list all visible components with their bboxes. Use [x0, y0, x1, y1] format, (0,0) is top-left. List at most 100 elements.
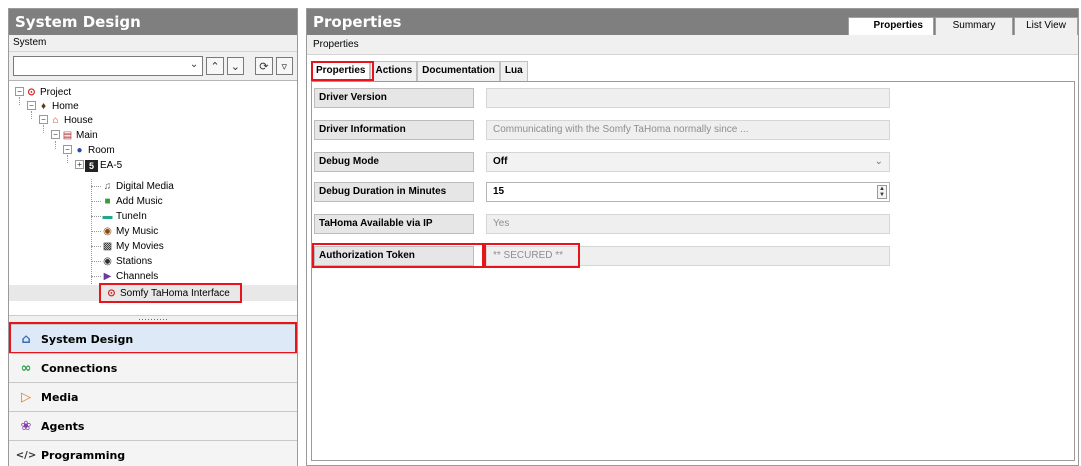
expand-icon[interactable]: +: [75, 160, 84, 169]
project-tree: − ⊙ Project − ♦ Home − ⌂ House − ▤ Main …: [9, 83, 297, 313]
tab-documentation[interactable]: Documentation: [417, 61, 500, 81]
house-icon: ⌂: [52, 115, 59, 126]
panel-title: System Design: [9, 9, 297, 35]
nav-media[interactable]: ▷ Media: [9, 382, 297, 411]
tree-node-ea5[interactable]: 5 EA-5: [85, 158, 122, 173]
move-up-button[interactable]: ⌃: [206, 57, 224, 75]
nav-agents[interactable]: ❀ Agents: [9, 411, 297, 440]
tree-node-label: Project: [40, 87, 72, 98]
tree-node-house[interactable]: ⌂ House: [49, 113, 93, 128]
tree-node-label: House: [64, 115, 93, 126]
tree-node-digital-media[interactable]: ♫ Digital Media: [101, 179, 174, 194]
tree-node-label: TuneIn: [116, 211, 147, 222]
filter-toolbar: ⌄ ⌃ ⌄ ⟳ ▿: [9, 52, 297, 81]
nav-label: Agents: [41, 419, 85, 433]
play-icon: ▷: [21, 389, 31, 405]
channels-icon: ▶: [103, 271, 112, 282]
tahoma-ip-field: Yes: [486, 214, 890, 234]
tree-node-label: Stations: [116, 256, 153, 267]
tunein-icon: ▬: [102, 211, 113, 222]
tree-node-main[interactable]: ▤ Main: [61, 128, 98, 143]
debug-mode-value: Off: [493, 156, 508, 167]
highlight-box: [311, 61, 374, 81]
spinner-icon[interactable]: ▲ ▼: [877, 185, 887, 199]
tree-node-label: Digital Media: [116, 181, 174, 192]
digital-media-icon: ♫: [103, 181, 112, 192]
tree-node-label: My Movies: [116, 241, 164, 252]
filter-combo[interactable]: ⌄: [13, 56, 204, 76]
code-icon: </>: [15, 449, 37, 461]
tab-actions[interactable]: Actions: [370, 61, 418, 81]
chevron-down-icon: ⌄: [230, 60, 240, 73]
nav-label: Connections: [41, 361, 118, 375]
nav-label: Programming: [41, 448, 126, 462]
tab-properties-view[interactable]: Properties: [848, 17, 934, 35]
system-design-panel: System Design System ⌄ ⌃ ⌄ ⟳ ▿ − ⊙ Proje…: [8, 8, 298, 466]
project-icon: ⊙: [27, 87, 36, 98]
tree-node-label: My Music: [116, 226, 159, 237]
chevron-down-icon: ⌄: [874, 156, 883, 167]
chevron-down-icon: ⌄: [189, 59, 199, 70]
property-label: TaHoma Available via IP: [314, 214, 474, 234]
property-label: Debug Mode: [314, 152, 474, 172]
tree-node-label: EA-5: [100, 160, 123, 171]
property-row: TaHoma Available via IP Yes: [314, 214, 890, 234]
collapse-icon[interactable]: −: [63, 145, 72, 154]
view-tabs: Properties Summary List View: [847, 17, 1078, 35]
tree-node-label: Main: [76, 130, 98, 141]
collapse-icon[interactable]: −: [39, 115, 48, 124]
refresh-button[interactable]: ⟳: [255, 57, 273, 75]
property-label: Debug Duration in Minutes: [314, 182, 474, 202]
tab-list-view[interactable]: List View: [1014, 17, 1078, 35]
nav-programming[interactable]: </> Programming: [9, 440, 297, 466]
tree-node-project[interactable]: ⊙ Project: [25, 85, 71, 100]
tree-node-tunein[interactable]: ▬ TuneIn: [101, 209, 147, 224]
property-row: Debug Duration in Minutes 15 ▲ ▼: [314, 182, 890, 202]
property-row: Debug Mode Off ⌄: [314, 152, 890, 172]
nav-connections[interactable]: ∞ Connections: [9, 353, 297, 382]
my-music-icon: ◉: [103, 226, 112, 237]
tree-node-home[interactable]: ♦ Home: [37, 99, 79, 114]
property-row: Driver Version: [314, 88, 890, 108]
nav-label: Media: [41, 390, 79, 404]
filter-button[interactable]: ▿: [275, 57, 293, 75]
debug-duration-stepper[interactable]: 15 ▲ ▼: [486, 182, 890, 202]
tree-node-room[interactable]: ● Room: [73, 143, 115, 158]
highlight-box: [312, 243, 484, 268]
floor-icon: ▤: [62, 130, 73, 141]
section-label: Properties: [307, 35, 1078, 55]
highlight-box: [484, 243, 580, 268]
driver-information-field: Communicating with the Somfy TaHoma norm…: [486, 120, 890, 140]
tree-node-stations[interactable]: ◉ Stations: [101, 254, 152, 269]
tree-node-label: Channels: [116, 271, 159, 282]
tree-node-channels[interactable]: ▶ Channels: [101, 269, 159, 284]
tree-node-label: Home: [52, 101, 79, 112]
tree-node-label: Room: [88, 145, 115, 156]
collapse-icon[interactable]: −: [27, 101, 36, 110]
system-label: System: [9, 35, 297, 52]
driver-version-field: [486, 88, 890, 108]
debug-mode-select[interactable]: Off ⌄: [486, 152, 890, 172]
filter-icon: ▿: [281, 60, 288, 73]
my-movies-icon: ▩: [102, 241, 113, 252]
tab-summary-view[interactable]: Summary: [935, 17, 1013, 35]
controller-icon: 5: [85, 159, 98, 172]
tree-node-add-music[interactable]: ■ Add Music: [101, 194, 163, 209]
highlight-box: [99, 283, 242, 303]
debug-duration-value: 15: [493, 186, 505, 197]
highlight-box: [9, 322, 297, 354]
tab-lua[interactable]: Lua: [499, 61, 528, 81]
tree-node-my-movies[interactable]: ▩ My Movies: [101, 239, 164, 254]
collapse-icon[interactable]: −: [15, 87, 24, 96]
stations-icon: ◉: [103, 256, 112, 267]
home-icon: ♦: [40, 101, 47, 112]
collapse-icon[interactable]: −: [51, 130, 60, 139]
move-down-button[interactable]: ⌄: [226, 57, 245, 75]
properties-panel: Properties Properties Summary List View …: [306, 8, 1079, 466]
tree-node-my-music[interactable]: ◉ My Music: [101, 224, 158, 239]
refresh-icon: ⟳: [259, 60, 269, 73]
agents-icon: ❀: [20, 418, 32, 434]
room-icon: ●: [76, 145, 83, 156]
tree-node-label: Add Music: [116, 196, 163, 207]
property-label: Driver Information: [314, 120, 474, 140]
